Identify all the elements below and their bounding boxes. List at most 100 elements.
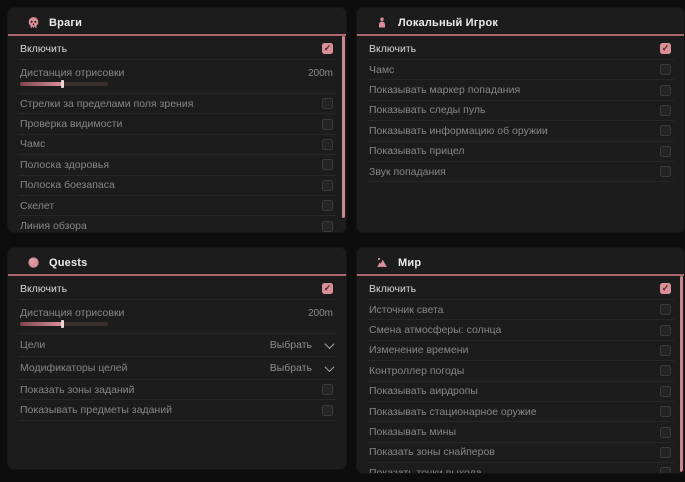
row-label: Линия обзора bbox=[20, 220, 87, 232]
slider-labels: Дистанция отрисовки 200m bbox=[20, 67, 333, 79]
panel-quests: Quests Включить✓Дистанция отрисовки200mЦ… bbox=[8, 248, 346, 469]
check-icon: ✓ bbox=[324, 284, 332, 293]
row-label: Показывать информацию об оружии bbox=[369, 125, 548, 137]
panel-title: Мир bbox=[398, 257, 421, 269]
row-label: Цели bbox=[20, 339, 45, 351]
row-toggle: Полоска здоровья bbox=[18, 155, 336, 175]
row-toggle: Контроллер погоды bbox=[367, 361, 674, 381]
row-toggle: Показывать информацию об оружии bbox=[367, 121, 674, 141]
row-label: Дистанция отрисовки bbox=[20, 67, 124, 79]
row-label: Звук попадания bbox=[369, 166, 446, 178]
checkbox[interactable] bbox=[660, 447, 671, 458]
row-toggle: Показать точки выхода bbox=[367, 463, 674, 473]
row-label: Модификаторы целей bbox=[20, 362, 127, 374]
panel-world-header: Мир bbox=[357, 248, 684, 276]
panel-title: Локальный Игрок bbox=[398, 17, 498, 29]
checkbox[interactable] bbox=[660, 304, 671, 315]
row-label: Включить bbox=[20, 43, 67, 55]
mountains-icon bbox=[375, 256, 389, 270]
row-toggle: Включить ✓ bbox=[367, 278, 674, 300]
row-toggle: Включить ✓ bbox=[18, 38, 336, 60]
checkbox[interactable] bbox=[322, 98, 333, 109]
chevron-down-icon bbox=[325, 362, 335, 372]
panel-rows: Включить✓Дистанция отрисовки200mЦелиВыбр… bbox=[8, 276, 346, 421]
row-label: Полоска здоровья bbox=[20, 159, 109, 171]
row-toggle: Включить ✓ bbox=[367, 38, 674, 60]
checkbox[interactable] bbox=[322, 200, 333, 211]
slider-thumb[interactable] bbox=[61, 320, 64, 328]
row-label: Включить bbox=[369, 43, 416, 55]
checkbox[interactable] bbox=[322, 384, 333, 395]
checkbox[interactable] bbox=[660, 85, 671, 96]
checkbox[interactable] bbox=[660, 64, 671, 75]
row-slider: Дистанция отрисовки200m bbox=[18, 300, 336, 334]
row-toggle: Показывать аирдропы bbox=[367, 382, 674, 402]
row-toggle: Показывать прицел bbox=[367, 142, 674, 162]
checkbox[interactable] bbox=[660, 467, 671, 473]
row-label: Показывать предметы заданий bbox=[20, 404, 172, 416]
row-toggle: Стрелки за пределами поля зрения bbox=[18, 94, 336, 114]
checkbox[interactable] bbox=[660, 406, 671, 417]
checkbox[interactable] bbox=[322, 119, 333, 130]
slider-value: 200m bbox=[308, 308, 333, 319]
row-toggle: Изменение времени bbox=[367, 341, 674, 361]
person-icon bbox=[375, 16, 389, 30]
slider-labels: Дистанция отрисовки200m bbox=[20, 307, 333, 319]
scrollbar-thumb[interactable] bbox=[680, 276, 683, 472]
row-toggle: Чамс bbox=[18, 135, 336, 155]
circle-icon bbox=[26, 256, 40, 270]
checkbox[interactable]: ✓ bbox=[660, 43, 671, 54]
checkbox[interactable] bbox=[322, 180, 333, 191]
panel-world: Мир Включить ✓ Источник света Смена атмосфе… bbox=[357, 248, 684, 473]
check-icon: ✓ bbox=[662, 44, 670, 53]
check-icon: ✓ bbox=[662, 284, 670, 293]
checkbox[interactable] bbox=[660, 325, 671, 336]
row-label: Источник света bbox=[369, 304, 443, 316]
panel-rows: Включить ✓ Источник света Смена атмосферы: … bbox=[357, 276, 684, 473]
checkbox[interactable]: ✓ bbox=[660, 283, 671, 294]
checkbox[interactable]: ✓ bbox=[322, 283, 333, 294]
row-label: Чамс bbox=[369, 64, 394, 76]
cheat-menu: Враги Включить ✓ Дистанция отрисовки 200m Ст… bbox=[0, 0, 685, 482]
checkbox[interactable] bbox=[660, 125, 671, 136]
panel-title: Quests bbox=[49, 257, 88, 269]
row-toggle: Показывать следы пуль bbox=[367, 101, 674, 121]
checkbox[interactable] bbox=[322, 159, 333, 170]
row-toggle: Показать зоны заданий bbox=[18, 380, 336, 400]
panel-title: Враги bbox=[49, 17, 82, 29]
checkbox[interactable] bbox=[322, 405, 333, 416]
row-label: Показать зоны снайперов bbox=[369, 446, 495, 458]
row-label: Показывать маркер попадания bbox=[369, 84, 520, 96]
checkbox[interactable] bbox=[660, 345, 671, 356]
checkbox[interactable] bbox=[660, 105, 671, 116]
slider[interactable] bbox=[20, 322, 108, 326]
dropdown-value: Выбрать bbox=[270, 339, 312, 351]
scrollbar-thumb[interactable] bbox=[342, 36, 345, 218]
checkbox[interactable] bbox=[660, 146, 671, 157]
checkbox[interactable]: ✓ bbox=[322, 43, 333, 54]
row-label: Показывать мины bbox=[369, 426, 456, 438]
dropdown[interactable]: Выбрать bbox=[270, 362, 333, 374]
row-toggle: Показывать маркер попадания bbox=[367, 80, 674, 100]
row-label: Показывать следы пуль bbox=[369, 104, 485, 116]
checkbox[interactable] bbox=[660, 166, 671, 177]
slider[interactable] bbox=[20, 82, 108, 86]
row-toggle: Смена атмосферы: солнца bbox=[367, 320, 674, 340]
checkbox[interactable] bbox=[660, 427, 671, 438]
slider-fill bbox=[20, 322, 62, 326]
row-label: Показывать аирдропы bbox=[369, 385, 478, 397]
row-toggle: Источник света bbox=[367, 300, 674, 320]
checkbox[interactable] bbox=[322, 221, 333, 232]
checkbox[interactable] bbox=[660, 386, 671, 397]
row-toggle: Чамс bbox=[367, 60, 674, 80]
row-select: Цели Выбрать bbox=[18, 334, 336, 357]
checkbox[interactable] bbox=[322, 139, 333, 150]
checkbox[interactable] bbox=[660, 365, 671, 376]
row-label: Включить bbox=[369, 283, 416, 295]
row-label: Смена атмосферы: солнца bbox=[369, 324, 501, 336]
slider-thumb[interactable] bbox=[61, 80, 64, 88]
slider-value: 200m bbox=[308, 68, 333, 79]
panel-local-player-header: Локальный Игрок bbox=[357, 8, 684, 36]
panel-rows: Включить ✓ Чамс Показывать маркер попадания… bbox=[357, 36, 684, 182]
dropdown[interactable]: Выбрать bbox=[270, 339, 333, 351]
